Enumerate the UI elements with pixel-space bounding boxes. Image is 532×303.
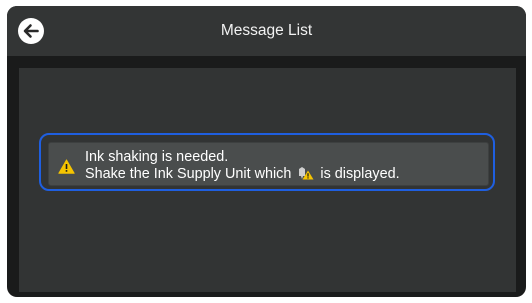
message-text-line2: Shake the Ink Supply Unit which is displ…: [85, 166, 400, 182]
message-text-line2-before: Shake the Ink Supply Unit which: [85, 166, 292, 182]
warning-triangle-icon: [58, 159, 75, 174]
message-list: Ink shaking is needed. Shake the Ink Sup…: [19, 68, 516, 292]
message-item-body: Ink shaking is needed. Shake the Ink Sup…: [48, 142, 489, 186]
message-text-line1: Ink shaking is needed.: [85, 149, 229, 165]
message-item-ink-shaking[interactable]: Ink shaking is needed. Shake the Ink Sup…: [39, 133, 495, 191]
screen: Message List Ink shaking is needed. Shak…: [0, 0, 532, 303]
ink-shake-warning-icon: [299, 167, 314, 180]
header-bar: Message List: [7, 6, 526, 56]
page-title: Message List: [220, 22, 313, 39]
control-panel: Message List Ink shaking is needed. Shak…: [7, 6, 526, 297]
message-text-line2-after: is displayed.: [320, 166, 400, 182]
back-button[interactable]: [18, 18, 44, 44]
arrow-left-icon: [23, 24, 39, 38]
